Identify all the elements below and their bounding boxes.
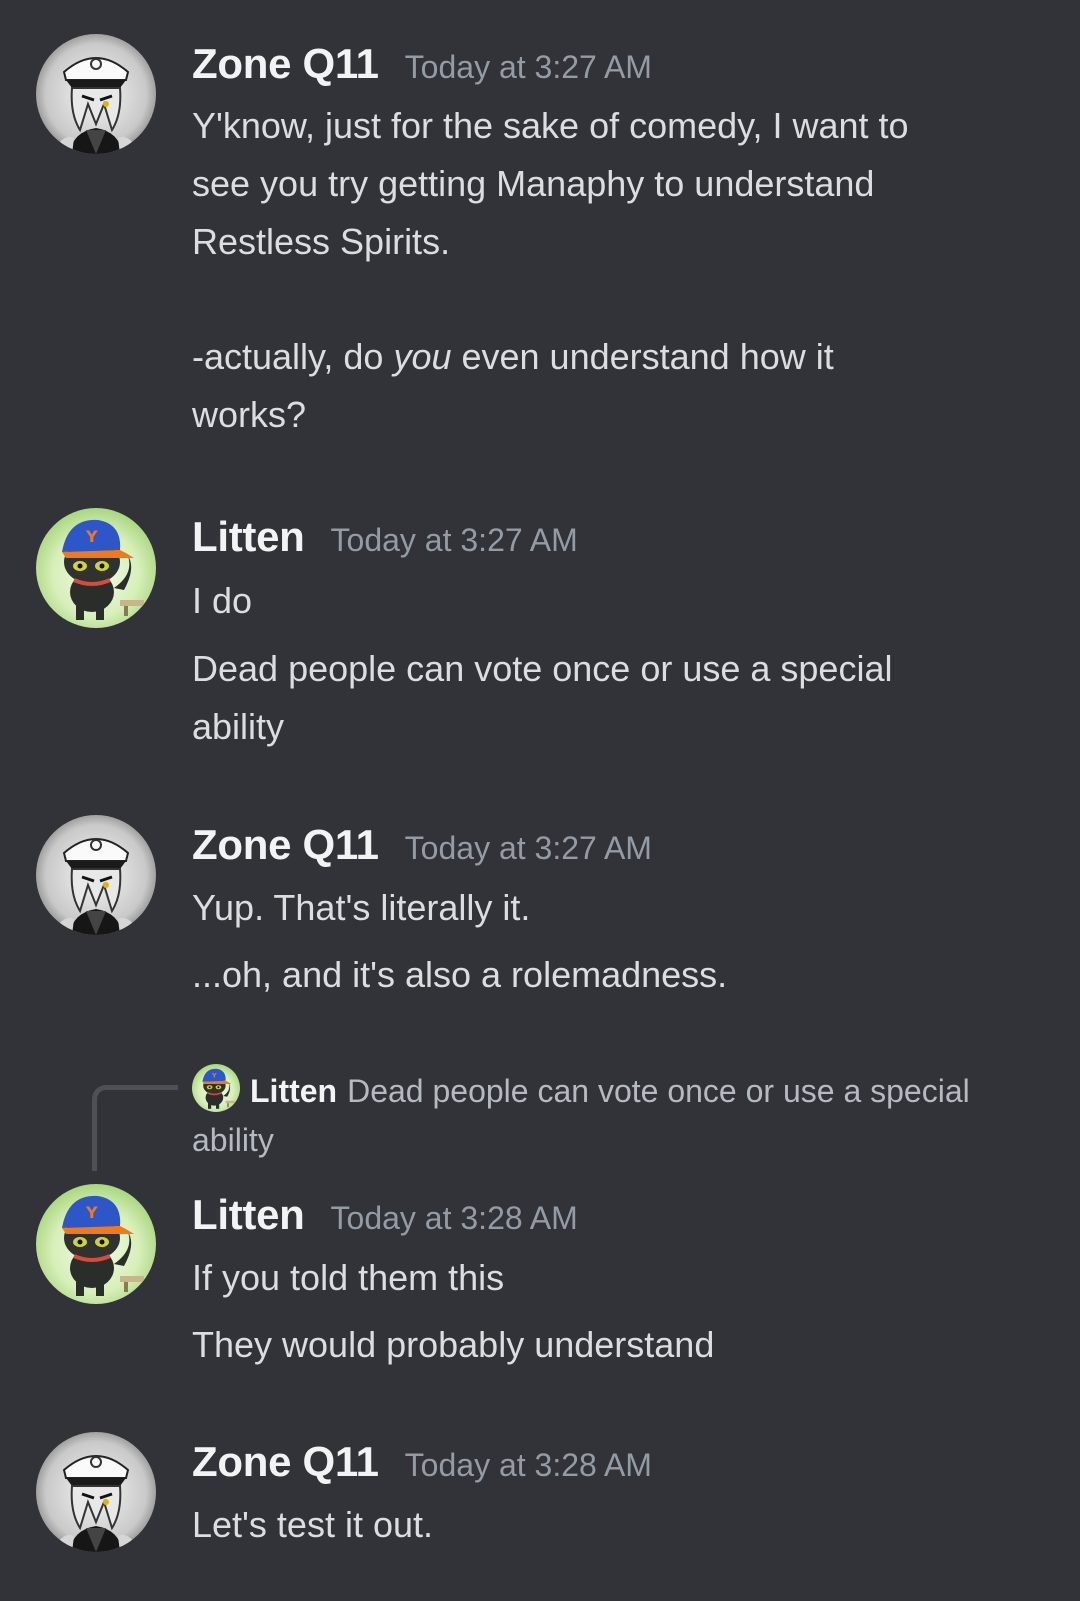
litten-cat-avatar-icon [192, 1064, 240, 1112]
message-text-segment: even understand how it [451, 336, 834, 377]
message-timestamp: Today at 3:27 AM [404, 830, 652, 866]
litten-cat-avatar-icon[interactable] [36, 508, 156, 628]
reply-text: Dead people can vote once or use a speci… [347, 1073, 970, 1109]
message-timestamp: Today at 3:28 AM [330, 1200, 578, 1236]
reply-text: ability [192, 1122, 274, 1158]
message-text: Y'know, just for the sake of comedy, I w… [192, 105, 909, 146]
litten-cat-avatar-icon[interactable] [36, 1184, 156, 1304]
message-text: -actually, do you even understand how it [192, 328, 1032, 386]
message-text: ...oh, and it's also a rolemadness. [192, 954, 728, 995]
reply-preview[interactable]: Litten Dead people can vote once or use a… [192, 1064, 1042, 1165]
chat-log: Zone Q11 Today at 3:27 AM Y'know, just f… [0, 0, 1080, 1601]
message-text-italic: you [393, 336, 452, 377]
captain-avatar-icon[interactable] [36, 815, 156, 935]
author-name[interactable]: Zone Q11 [192, 821, 379, 869]
message-text: see you try getting Manaphy to understan… [192, 163, 875, 204]
message-header: Litten Today at 3:27 AM [192, 513, 578, 561]
message-header: Zone Q11 Today at 3:27 AM [192, 821, 652, 869]
message-text: works? [192, 394, 307, 435]
author-name[interactable]: Litten [192, 513, 305, 561]
author-name[interactable]: Litten [192, 1191, 305, 1239]
reply-connector [92, 1085, 178, 1171]
message-header: Litten Today at 3:28 AM [192, 1191, 578, 1239]
message-text: Dead people can vote once or use a speci… [192, 648, 893, 689]
reply-author: Litten [250, 1073, 338, 1109]
captain-avatar-icon[interactable] [36, 34, 156, 154]
message-text: They would probably understand [192, 1324, 715, 1365]
message-text: I do [192, 580, 253, 621]
message-text: Let's test it out. [192, 1504, 433, 1545]
message-text: ability [192, 706, 285, 747]
message-timestamp: Today at 3:27 AM [330, 522, 578, 558]
message-header: Zone Q11 Today at 3:27 AM [192, 40, 652, 88]
message-text: If you told them this [192, 1257, 505, 1298]
message-header: Zone Q11 Today at 3:28 AM [192, 1438, 652, 1486]
message-text-segment: -actually, do [192, 336, 394, 377]
author-name[interactable]: Zone Q11 [192, 1438, 379, 1486]
message-timestamp: Today at 3:27 AM [404, 49, 652, 85]
message-timestamp: Today at 3:28 AM [404, 1447, 652, 1483]
message-text: Yup. That's literally it. [192, 887, 531, 928]
message-text: Restless Spirits. [192, 221, 451, 262]
author-name[interactable]: Zone Q11 [192, 40, 379, 88]
captain-avatar-icon[interactable] [36, 1432, 156, 1552]
